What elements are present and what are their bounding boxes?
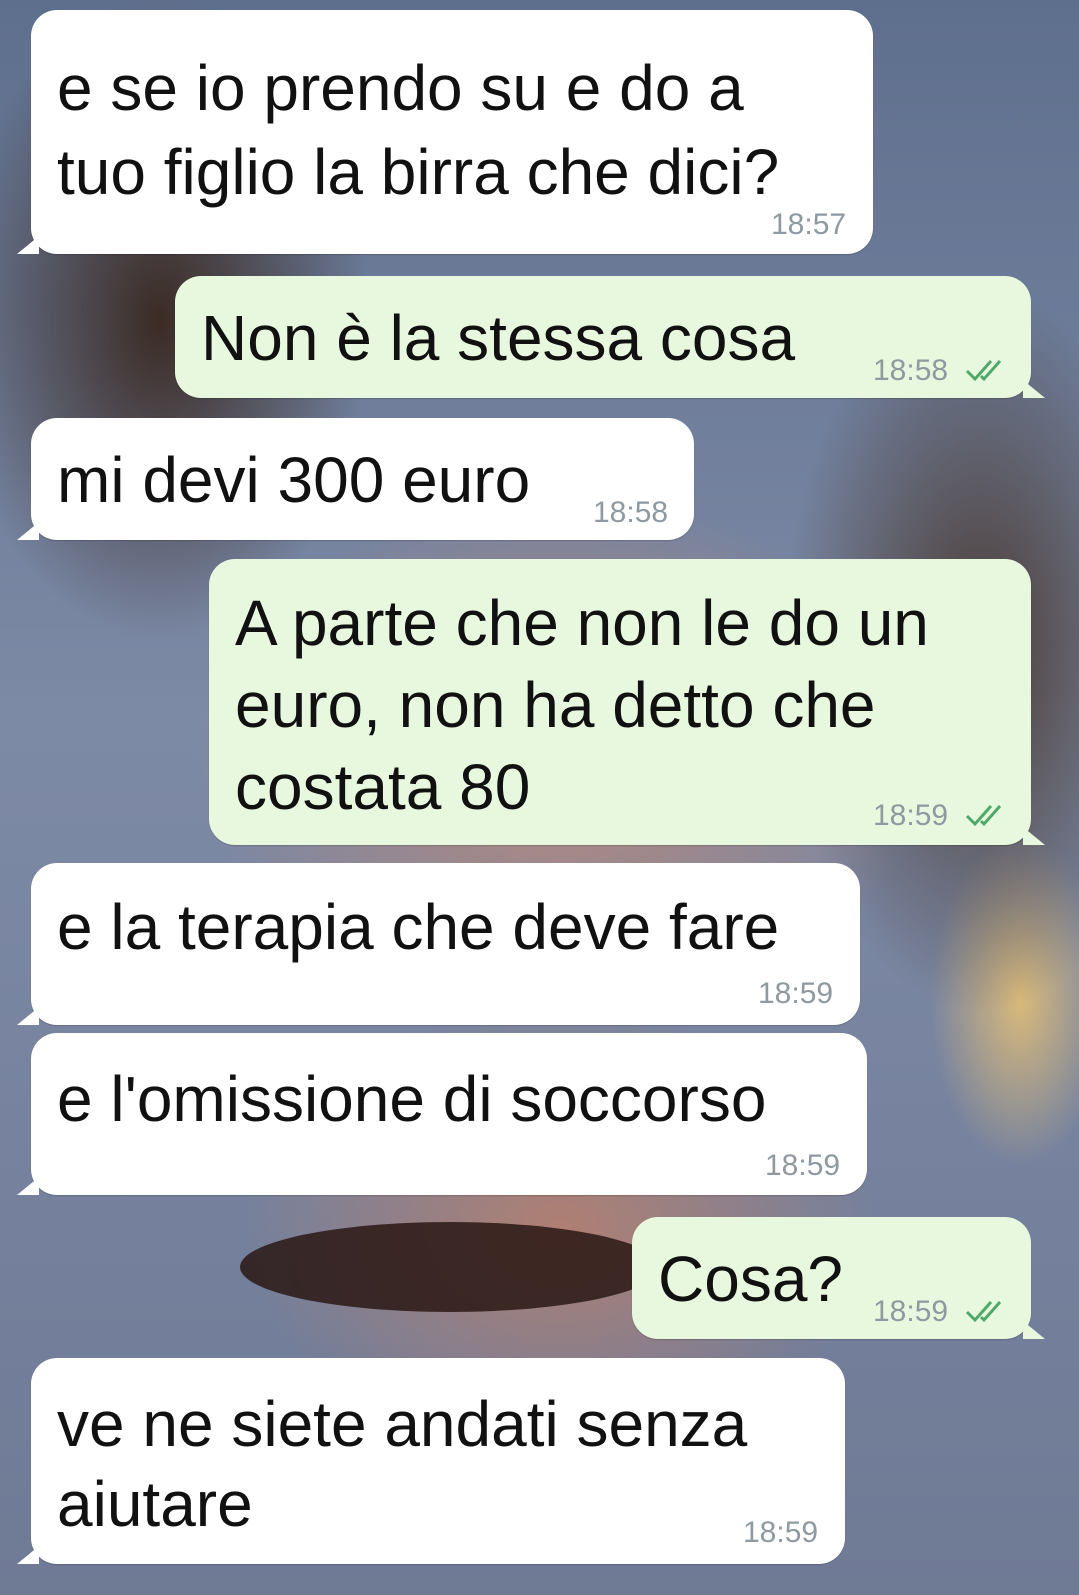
message-text: e se io prendo su e do a bbox=[57, 52, 744, 124]
message-text: tuo figlio la birra che dici? bbox=[57, 136, 780, 208]
message-timestamp: 18:59 bbox=[765, 1149, 841, 1182]
double-check-icon bbox=[965, 1301, 1002, 1323]
double-check-icon bbox=[965, 360, 1002, 382]
message-text: ve ne siete andati senza bbox=[57, 1388, 748, 1460]
message-bubble-incoming[interactable]: mi devi 300 euro 18:58 bbox=[17, 418, 694, 540]
message-timestamp: 18:59 bbox=[743, 1516, 819, 1549]
message-text: e la terapia che deve fare bbox=[57, 891, 780, 963]
message-timestamp: 18:57 bbox=[771, 208, 847, 241]
message-text: mi devi 300 euro bbox=[57, 444, 531, 516]
message-text: euro, non ha detto che bbox=[235, 669, 876, 741]
message-timestamp: 18:59 bbox=[873, 799, 949, 832]
message-bubble-incoming[interactable]: ve ne siete andati senza aiutare 18:59 bbox=[17, 1358, 845, 1564]
message-bubble-incoming[interactable]: e la terapia che deve fare 18:59 bbox=[17, 863, 860, 1025]
message-text: costata 80 bbox=[235, 751, 531, 823]
message-timestamp: 18:59 bbox=[873, 1295, 949, 1328]
double-check-icon bbox=[965, 805, 1002, 827]
message-text: aiutare bbox=[57, 1468, 253, 1540]
message-bubble-incoming[interactable]: e se io prendo su e do a tuo figlio la b… bbox=[17, 10, 873, 254]
message-timestamp: 18:58 bbox=[873, 354, 949, 387]
message-bubble-outgoing[interactable]: Cosa? 18:59 bbox=[632, 1217, 1045, 1339]
message-timestamp: 18:58 bbox=[593, 496, 669, 529]
message-timestamp: 18:59 bbox=[758, 977, 834, 1010]
wallpaper-detail bbox=[240, 1222, 660, 1312]
message-bubble-outgoing[interactable]: A parte che non le do un euro, non ha de… bbox=[209, 559, 1045, 845]
message-bubble-incoming[interactable]: e l'omissione di soccorso 18:59 bbox=[17, 1033, 867, 1195]
message-bubble-outgoing[interactable]: Non è la stessa cosa 18:58 bbox=[175, 276, 1045, 398]
message-text: e l'omissione di soccorso bbox=[57, 1063, 767, 1135]
message-text: Cosa? bbox=[658, 1243, 843, 1315]
message-text: Non è la stessa cosa bbox=[201, 302, 796, 374]
message-text: A parte che non le do un bbox=[235, 587, 929, 659]
